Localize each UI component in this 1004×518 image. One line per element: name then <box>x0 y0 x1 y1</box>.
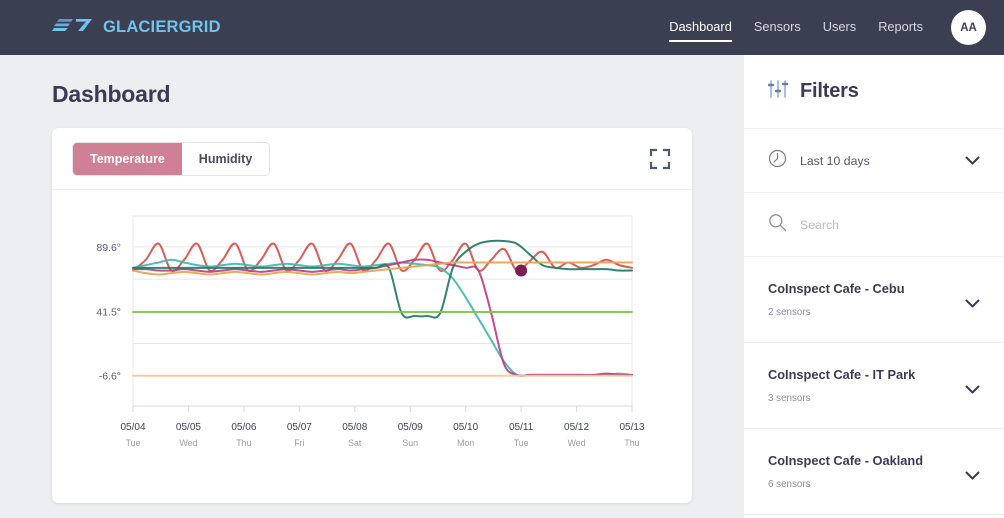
x-axis-tick-sublabel: Wed <box>568 438 586 448</box>
nav-item-reports[interactable]: Reports <box>878 19 923 37</box>
search-icon <box>768 213 787 237</box>
highlighted-data-point <box>515 264 528 277</box>
location-name: CoInspect Cafe - Oakland <box>768 453 924 468</box>
chart-card: Temperature Humidity 89.6° 41.5° -6.6° 05/0… <box>52 128 692 503</box>
y-axis-tick-label: 41.5° <box>96 306 121 318</box>
x-axis-tick-sublabel: Wed <box>179 438 197 448</box>
chart-card-header: Temperature Humidity <box>52 128 692 190</box>
x-axis-tick-sublabel: Thu <box>236 438 251 448</box>
location-item-it-park[interactable]: CoInspect Cafe - IT Park 3 sensors <box>744 343 1004 429</box>
x-axis-tick-sublabel: Fri <box>294 438 304 448</box>
x-axis-tick-sublabel: Tue <box>126 438 141 448</box>
x-axis-tick-label: 05/04 <box>120 422 145 433</box>
date-range-value: Last 10 days <box>800 153 870 168</box>
location-sensor-count: 2 sensors <box>768 307 811 318</box>
page-title: Dashboard <box>52 81 171 107</box>
x-axis-tick-sublabel: Sun <box>402 438 418 448</box>
x-axis-tick-label: 05/06 <box>231 422 256 433</box>
main-nav: Dashboard Sensors Users Reports AA <box>669 0 986 55</box>
x-axis-tick-label: 05/09 <box>398 422 423 433</box>
location-item-cebu[interactable]: CoInspect Cafe - Cebu 2 sensors <box>744 257 1004 343</box>
search-row[interactable]: Search <box>744 193 1004 257</box>
clock-icon <box>768 149 787 173</box>
dashboard-page: GLACIERGRID Dashboard Sensors Users Repo… <box>0 0 1004 518</box>
brand-logo[interactable]: GLACIERGRID <box>52 17 221 39</box>
filters-title: Filters <box>800 80 859 102</box>
search-input[interactable]: Search <box>800 218 839 232</box>
x-axis-tick-label: 05/08 <box>342 422 367 433</box>
y-axis-tick-label: 89.6° <box>96 242 121 254</box>
nav-item-dashboard[interactable]: Dashboard <box>669 19 732 42</box>
chevron-down-icon[interactable] <box>965 152 980 170</box>
filters-header: Filters <box>744 55 1004 129</box>
top-navigation-bar: GLACIERGRID Dashboard Sensors Users Repo… <box>0 0 1004 55</box>
fullscreen-expand-icon[interactable] <box>648 147 672 171</box>
tab-humidity[interactable]: Humidity <box>181 142 270 175</box>
x-axis-tick-sublabel: Thu <box>624 438 639 448</box>
chevron-down-icon[interactable] <box>965 295 980 313</box>
temperature-line-chart: 89.6° 41.5° -6.6° 05/04 Tue 05/05 Wed 05/06 Thu 0… <box>96 215 645 448</box>
x-axis-tick-label: 05/12 <box>564 422 589 433</box>
x-axis-tick-label: 05/05 <box>176 422 201 433</box>
metric-tabs: Temperature Humidity <box>72 141 271 176</box>
nav-item-users[interactable]: Users <box>823 19 856 37</box>
filter-sliders-icon <box>767 80 789 103</box>
brand-name: GLACIERGRID <box>103 18 221 36</box>
glaciergrid-logo-icon <box>52 17 96 39</box>
location-name: CoInspect Cafe - Cebu <box>768 281 905 296</box>
x-axis-tick-label: 05/13 <box>619 422 644 433</box>
location-name: CoInspect Cafe - IT Park <box>768 367 916 382</box>
location-sensor-count: 6 sensors <box>768 479 811 490</box>
y-axis-tick-label: -6.6° <box>99 371 121 383</box>
x-axis-tick-sublabel: Sat <box>348 438 362 448</box>
x-axis-tick-sublabel: Mon <box>457 438 474 448</box>
x-axis-tick-label: 05/07 <box>287 422 312 433</box>
tab-temperature[interactable]: Temperature <box>73 142 182 175</box>
x-axis-tick-sublabel: Tue <box>514 438 529 448</box>
x-axis-tick-label: 05/10 <box>453 422 478 433</box>
location-item-oakland[interactable]: CoInspect Cafe - Oakland 6 sensors <box>744 429 1004 515</box>
date-range-filter[interactable]: Last 10 days <box>744 129 1004 193</box>
location-sensor-count: 3 sensors <box>768 393 811 404</box>
filters-sidebar: Filters Last 10 days Search CoInspect Ca… <box>744 55 1004 518</box>
chevron-down-icon[interactable] <box>965 467 980 485</box>
avatar[interactable]: AA <box>951 10 986 45</box>
nav-item-sensors[interactable]: Sensors <box>754 19 801 37</box>
x-axis-tick-label: 05/11 <box>509 422 534 433</box>
chevron-down-icon[interactable] <box>965 381 980 399</box>
main-content: Dashboard Temperature Humidity 89.6° 41.… <box>0 55 744 518</box>
chart-plot-area: 89.6° 41.5° -6.6° 05/04 Tue 05/05 Wed 05/06 Thu 0… <box>52 190 692 502</box>
